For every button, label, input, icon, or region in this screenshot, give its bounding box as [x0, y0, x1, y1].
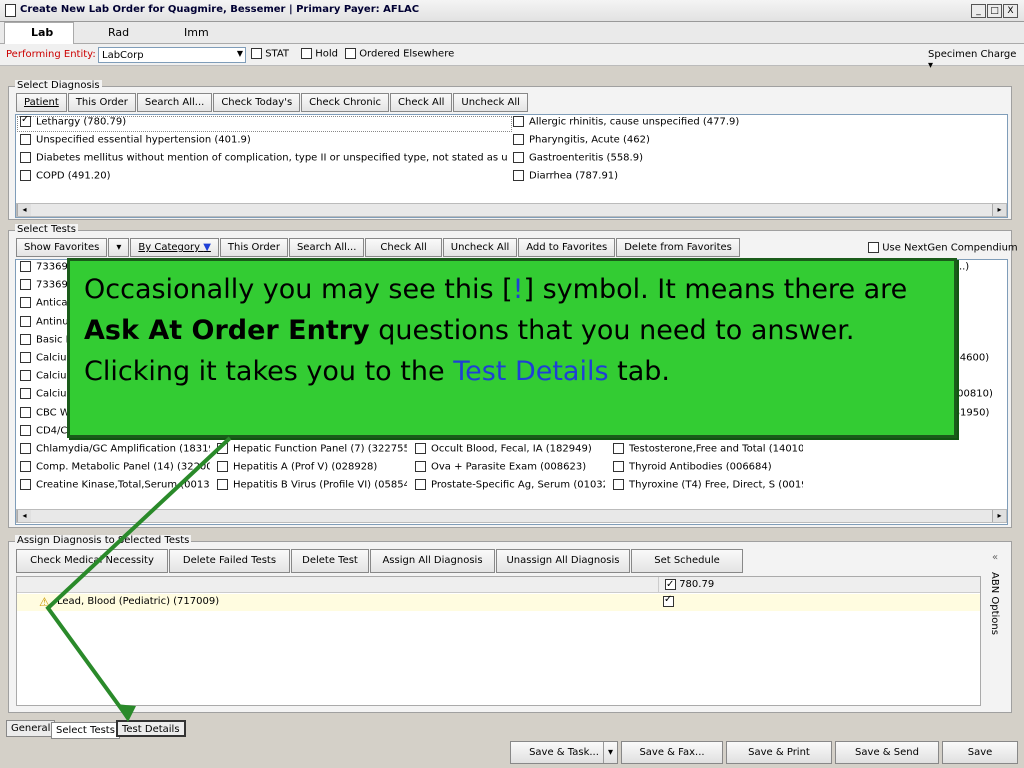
callout-arrows [45, 436, 232, 722]
arrow-line [45, 436, 232, 720]
arrow-head [116, 704, 136, 722]
